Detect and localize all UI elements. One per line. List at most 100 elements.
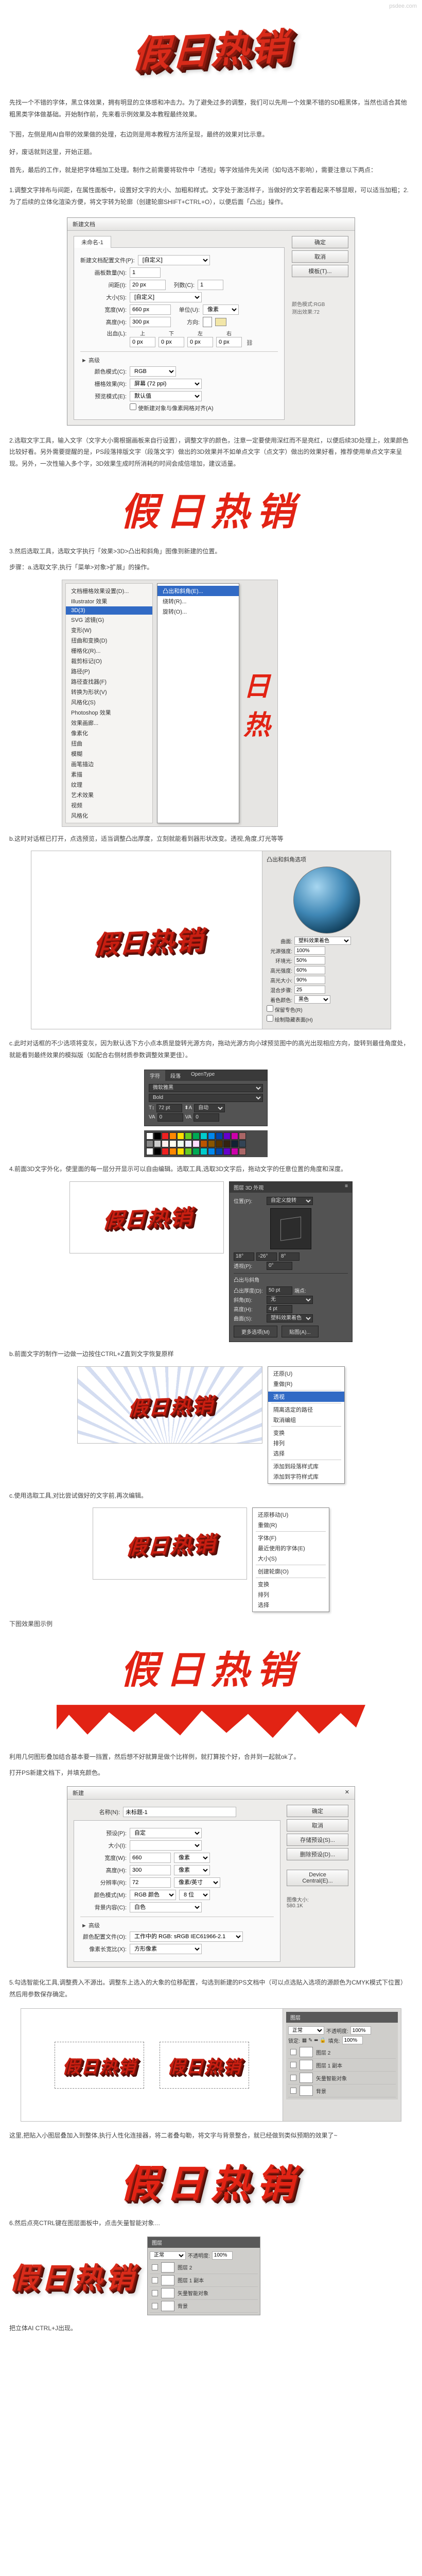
submenu-item[interactable]: 凸出和斜角(E)... xyxy=(157,586,239,596)
swatch[interactable] xyxy=(216,1148,223,1155)
menu-item[interactable]: Illustrator 效果 xyxy=(66,596,152,606)
swatch[interactable] xyxy=(146,1132,153,1140)
orient-portrait-icon[interactable] xyxy=(203,317,212,327)
position-select[interactable]: 自定义旋转 xyxy=(267,1197,313,1205)
width-input[interactable] xyxy=(130,304,171,315)
visibility-eye-icon[interactable] xyxy=(152,2290,158,2296)
blend-mode-select[interactable]: 正常 xyxy=(288,2026,324,2035)
context-menu-item[interactable]: 变换 xyxy=(268,1428,344,1438)
swatch[interactable] xyxy=(192,1148,200,1155)
menu-item[interactable]: 像素化 xyxy=(66,728,152,738)
spacing-input[interactable] xyxy=(130,280,166,290)
swatch[interactable] xyxy=(146,1140,153,1147)
material-preview-sphere[interactable] xyxy=(293,867,360,934)
link-bleed-icon[interactable]: ⛓ xyxy=(245,338,254,347)
advanced-toggle[interactable]: ► 高级 xyxy=(80,356,278,364)
ps-ok-button[interactable]: 确定 xyxy=(287,1805,348,1817)
surface-select-2[interactable]: 塑料效果着色 xyxy=(267,1314,313,1323)
font-family-select[interactable]: 微软雅黑 xyxy=(149,1084,263,1092)
bleed-bottom-input[interactable] xyxy=(159,337,184,347)
swatch[interactable] xyxy=(239,1132,246,1140)
context-menu-item[interactable]: 添加到段落样式库 xyxy=(268,1461,344,1471)
context-menu-item[interactable]: 添加到字符样式库 xyxy=(268,1471,344,1482)
close-icon[interactable]: ✕ xyxy=(345,1789,349,1797)
menu-item[interactable]: 栅格化(R)... xyxy=(66,646,152,656)
swatch[interactable] xyxy=(192,1140,200,1147)
ambient-input[interactable] xyxy=(294,956,325,964)
rot-y-input[interactable] xyxy=(256,1252,277,1261)
swatch[interactable] xyxy=(162,1132,169,1140)
menu-item[interactable]: 风格化(S) xyxy=(66,697,152,707)
menu-item[interactable]: 风格化 xyxy=(66,810,152,821)
light-intensity-input[interactable] xyxy=(294,946,325,955)
swatch[interactable] xyxy=(154,1132,161,1140)
layer-row[interactable]: 背景 xyxy=(150,2300,258,2313)
doc-name-tab[interactable]: 未命名-1 xyxy=(74,236,111,248)
highlight-size-input[interactable] xyxy=(294,976,325,984)
align-pixel-checkbox[interactable]: 使新建对象与像素网格对齐(A) xyxy=(130,403,214,412)
swatch[interactable] xyxy=(154,1140,161,1147)
raster-select[interactable]: 屏幕 (72 ppi) xyxy=(130,379,202,389)
ps-height-unit[interactable]: 像素 xyxy=(174,1865,210,1875)
swatch[interactable] xyxy=(192,1132,200,1140)
swatch[interactable] xyxy=(185,1148,192,1155)
menu-item[interactable]: 转换为形状(V) xyxy=(66,687,152,697)
cancel-button[interactable]: 取消 xyxy=(292,250,348,263)
swatch[interactable] xyxy=(239,1140,246,1147)
swatch[interactable] xyxy=(177,1148,184,1155)
menu-item[interactable]: 路径(P) xyxy=(66,666,152,676)
swatch[interactable] xyxy=(177,1132,184,1140)
ps-cancel-button[interactable]: 取消 xyxy=(287,1819,348,1832)
lock-icons[interactable]: ▦ ✎ ⬌ 🔒 xyxy=(302,2038,326,2043)
visibility-eye-icon[interactable] xyxy=(290,2088,296,2094)
ps-size-select[interactable] xyxy=(130,1840,202,1851)
shade-color-select[interactable]: 黑色 xyxy=(294,995,330,1004)
menu-item[interactable]: 裁剪标记(O) xyxy=(66,656,152,666)
swatch[interactable] xyxy=(223,1140,231,1147)
layer-row[interactable]: 图层 2 xyxy=(288,2046,396,2059)
menu-item[interactable]: 变形(W) xyxy=(66,625,152,635)
ps-res-input[interactable] xyxy=(130,1877,171,1888)
layer-row[interactable]: 图层 1 副本 xyxy=(150,2274,258,2287)
menu-item[interactable]: 文档栅格效果设置(D)... xyxy=(66,586,152,596)
opacity-input[interactable] xyxy=(350,2026,371,2035)
swatch[interactable] xyxy=(208,1132,215,1140)
layer-row[interactable]: 矢量智能对象 xyxy=(288,2072,396,2084)
context-menu-item[interactable]: 字体(F) xyxy=(253,1533,329,1543)
tracking-input[interactable] xyxy=(194,1113,219,1122)
tab-opentype[interactable]: OpenType xyxy=(186,1070,220,1081)
rot-z-input[interactable] xyxy=(279,1252,300,1261)
swatch[interactable] xyxy=(216,1140,223,1147)
swatch[interactable] xyxy=(223,1148,231,1155)
context-menu-item[interactable]: 选择 xyxy=(253,1600,329,1610)
unit-select[interactable]: 像素 xyxy=(203,304,239,315)
layer-row[interactable]: 背景 xyxy=(288,2084,396,2097)
visibility-eye-icon[interactable] xyxy=(152,2264,158,2270)
rotation-cube-widget[interactable] xyxy=(270,1208,311,1249)
swatch[interactable] xyxy=(169,1148,177,1155)
menu-item[interactable]: 扭曲和变换(D) xyxy=(66,635,152,646)
ps-pixelratio-select[interactable]: 方形像素 xyxy=(130,1944,202,1954)
swatch[interactable] xyxy=(231,1132,238,1140)
menu-item[interactable]: SVG 滤镜(G) xyxy=(66,615,152,625)
ps-name-input[interactable] xyxy=(123,1807,236,1817)
swatch[interactable] xyxy=(185,1140,192,1147)
swatch[interactable] xyxy=(200,1132,207,1140)
context-menu-item[interactable]: 还原(U) xyxy=(268,1368,344,1379)
context-menu-item[interactable]: 排列 xyxy=(253,1589,329,1600)
panel-menu-icon[interactable]: ≡ xyxy=(345,1183,348,1191)
context-menu-item[interactable]: 重做(R) xyxy=(253,1520,329,1530)
menu-item[interactable]: 视频 xyxy=(66,800,152,810)
highlight-intensity-input[interactable] xyxy=(294,966,325,974)
menu-item[interactable]: 素描 xyxy=(66,769,152,779)
ps-width-unit[interactable]: 像素 xyxy=(174,1853,210,1863)
font-style-select[interactable]: Bold xyxy=(149,1094,263,1102)
preserve-spot-checkbox[interactable]: 保留专色(R) xyxy=(267,1005,303,1013)
cols-input[interactable] xyxy=(198,280,223,290)
artboards-input[interactable] xyxy=(130,267,161,278)
swatch[interactable] xyxy=(177,1140,184,1147)
ps-height-input[interactable] xyxy=(130,1865,171,1875)
ps-bit-select[interactable]: 8 位 xyxy=(179,1890,210,1900)
more-options-button[interactable]: 更多选项(M) xyxy=(234,1326,277,1337)
swatch[interactable] xyxy=(208,1148,215,1155)
